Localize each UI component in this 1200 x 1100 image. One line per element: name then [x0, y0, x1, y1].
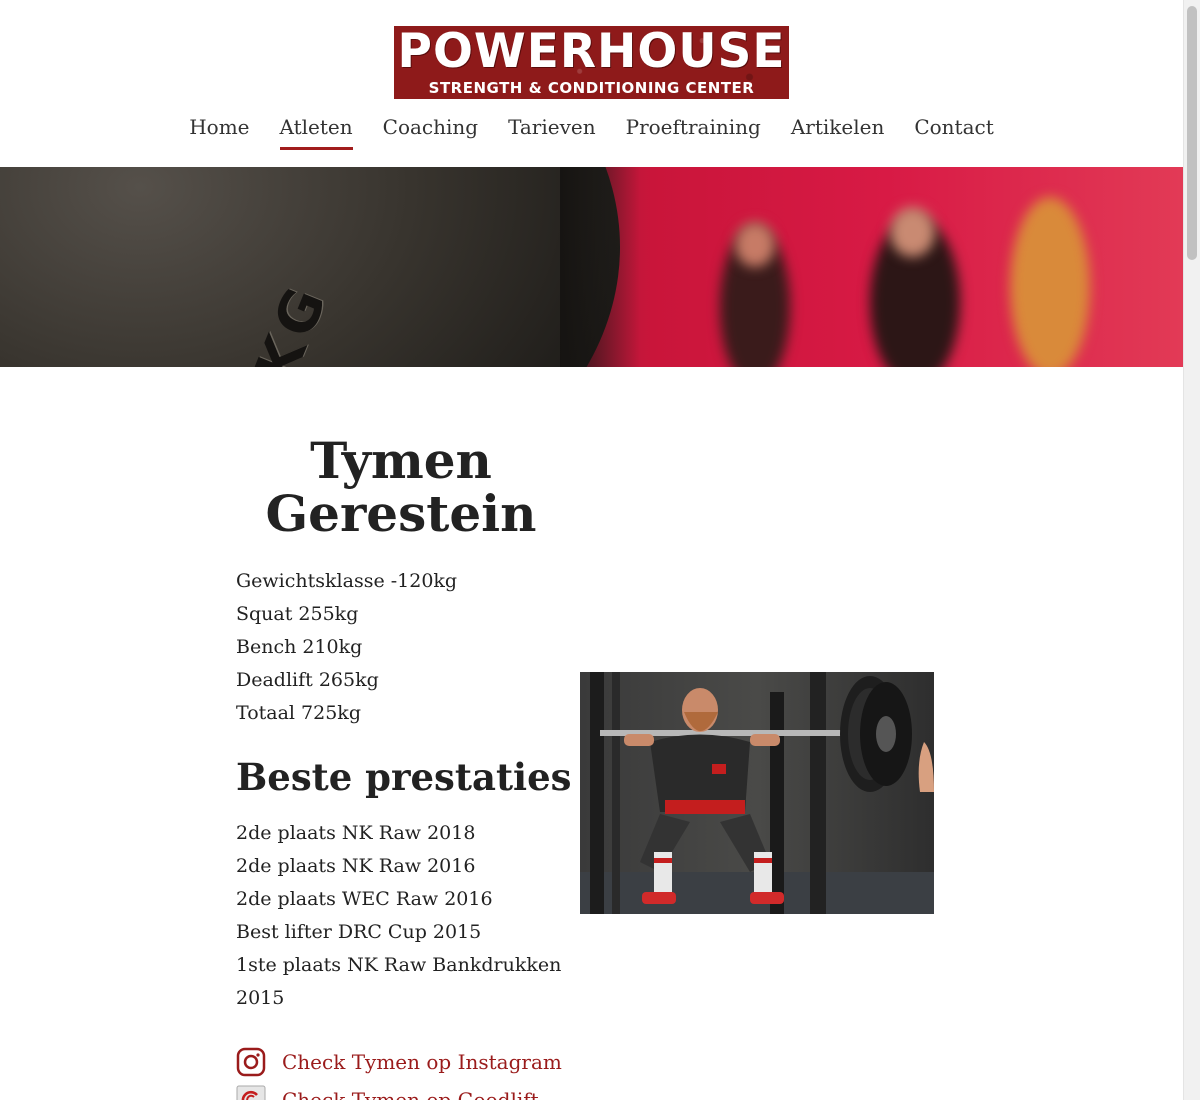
- blurred-head-2: [890, 207, 935, 257]
- scrollbar-thumb[interactable]: [1187, 6, 1197, 260]
- athlete-info: Tymen Gerestein Gewichtsklasse -120kg Sq…: [236, 431, 572, 1015]
- instagram-link[interactable]: Check Tymen op Instagram: [282, 1050, 562, 1074]
- nav-item-contact[interactable]: Contact: [914, 112, 993, 148]
- achievement-item: 1ste plaats NK Raw Bankdrukken 2015: [236, 954, 562, 1009]
- goodlift-icon[interactable]: [236, 1085, 266, 1100]
- nav-item-coaching[interactable]: Coaching: [383, 112, 478, 148]
- nav-item-proeftraining[interactable]: Proeftraining: [626, 112, 761, 148]
- athlete-name: Tymen Gerestein: [265, 431, 537, 543]
- scrollbar[interactable]: [1183, 0, 1200, 1100]
- stat-deadlift: Deadlift 265kg: [236, 669, 379, 691]
- athlete-stats: Gewichtsklasse -120kg Squat 255kg Bench …: [236, 565, 566, 730]
- main-nav: Home Atleten Coaching Tarieven Proeftrai…: [0, 112, 1183, 150]
- site-logo[interactable]: POWERHOUSE STRENGTH & CONDITIONING CENTE…: [394, 26, 789, 99]
- nav-item-artikelen[interactable]: Artikelen: [791, 112, 885, 148]
- achievements-title: Beste prestaties: [236, 755, 572, 799]
- achievement-item: 2de plaats NK Raw 2016: [236, 855, 476, 877]
- goodlift-row: Check Tymen op Goodlift: [236, 1083, 656, 1100]
- achievement-item: Best lifter DRC Cup 2015: [236, 921, 482, 943]
- achievement-item: 2de plaats WEC Raw 2016: [236, 888, 493, 910]
- stat-squat: Squat 255kg: [236, 603, 359, 625]
- blurred-person-3: [1010, 197, 1090, 367]
- instagram-row: Check Tymen op Instagram: [236, 1045, 656, 1079]
- goodlift-link[interactable]: Check Tymen op Goodlift: [282, 1088, 539, 1100]
- nav-item-atleten[interactable]: Atleten: [279, 112, 353, 150]
- hero-banner: 20KG: [0, 167, 1183, 367]
- achievement-item: 2de plaats NK Raw 2018: [236, 822, 476, 844]
- plate-shadow: [560, 167, 640, 367]
- athlete-photo: [580, 672, 934, 914]
- page: POWERHOUSE STRENGTH & CONDITIONING CENTE…: [0, 0, 1200, 1100]
- instagram-icon[interactable]: [236, 1047, 266, 1077]
- social-links: Check Tymen op Instagram Check Tymen op …: [236, 1045, 656, 1100]
- nav-item-tarieven[interactable]: Tarieven: [508, 112, 596, 148]
- blurred-head-1: [735, 222, 775, 267]
- logo-subtitle: STRENGTH & CONDITIONING CENTER: [428, 79, 755, 97]
- nav-item-home[interactable]: Home: [189, 112, 249, 148]
- logo-title: POWERHOUSE: [397, 26, 786, 79]
- stat-weight-class: Gewichtsklasse -120kg: [236, 570, 458, 592]
- site-header: POWERHOUSE STRENGTH & CONDITIONING CENTE…: [0, 0, 1183, 167]
- stat-total: Totaal 725kg: [236, 702, 361, 724]
- stat-bench: Bench 210kg: [236, 636, 363, 658]
- achievements-list: 2de plaats NK Raw 2018 2de plaats NK Raw…: [236, 817, 566, 1015]
